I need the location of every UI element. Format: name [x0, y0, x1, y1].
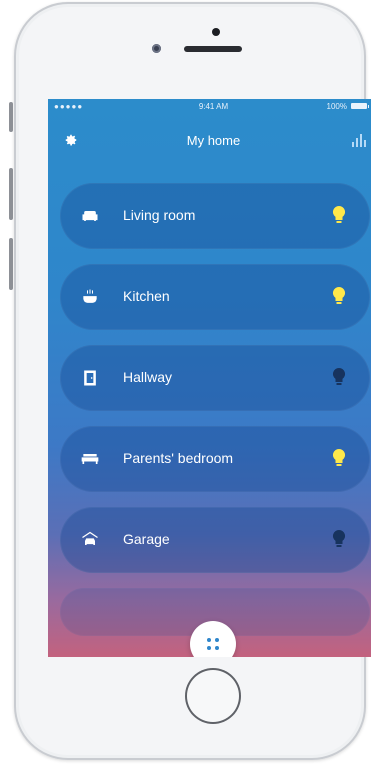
page-title: My home [186, 133, 241, 148]
bed-icon [81, 454, 99, 464]
mute-switch[interactable] [9, 102, 13, 132]
lightbulb-off-icon[interactable] [332, 367, 346, 387]
battery-icon [351, 103, 369, 109]
room-card-garage[interactable]: Garage [60, 507, 370, 573]
earpiece-speaker [184, 46, 242, 52]
lightbulb-off-icon[interactable] [332, 529, 346, 549]
app-screen: ●●●●● 9:41 AM 100% My home Living room K… [48, 99, 371, 657]
sofa-icon [82, 211, 98, 221]
status-time: 9:41 AM [198, 102, 229, 111]
room-label: Parents' bedroom [123, 450, 234, 466]
car-icon [82, 531, 98, 545]
room-card-hallway[interactable]: Hallway [60, 345, 370, 411]
status-bar: ●●●●● 9:41 AM 100% [48, 99, 371, 113]
room-label: Garage [123, 531, 170, 547]
proximity-sensor [152, 44, 161, 53]
volume-up-button[interactable] [9, 168, 13, 220]
room-label: Kitchen [123, 288, 170, 304]
volume-down-button[interactable] [9, 238, 13, 290]
app-header: My home [48, 125, 371, 153]
battery-percent: 100% [326, 102, 347, 111]
lightbulb-on-icon[interactable] [332, 448, 346, 468]
room-card-kitchen[interactable]: Kitchen [60, 264, 370, 330]
lightbulb-on-icon[interactable] [332, 205, 346, 225]
front-camera [212, 28, 220, 36]
room-card-parents-bedroom[interactable]: Parents' bedroom [60, 426, 370, 492]
room-label: Living room [123, 207, 196, 223]
home-button[interactable] [185, 668, 241, 724]
room-card-living-room[interactable]: Living room [60, 183, 370, 249]
lightbulb-on-icon[interactable] [332, 286, 346, 306]
pot-icon [83, 289, 97, 303]
bar-chart-icon[interactable] [351, 133, 367, 147]
door-icon [84, 370, 96, 386]
room-label: Hallway [123, 369, 173, 385]
grid-dots-icon [207, 638, 211, 642]
phone-frame: ●●●●● 9:41 AM 100% My home Living room K… [14, 2, 371, 760]
